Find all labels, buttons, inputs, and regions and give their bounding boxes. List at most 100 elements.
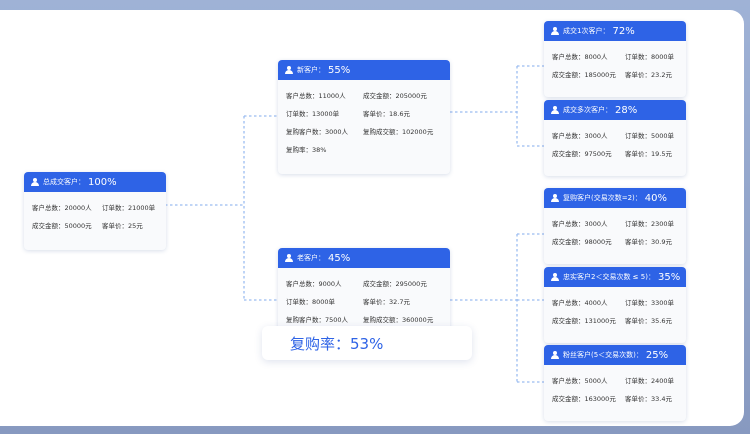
leaf-card-once[interactable]: 成交1次客户： 72% 客户总数：8000人 订单数：8000单 成交金额：18…	[544, 21, 686, 97]
stat-value: 订单数：8000单	[286, 298, 336, 306]
leaf-percentage: 28%	[615, 104, 638, 116]
stat-row: 客户总数：3000人 订单数：5000单	[552, 126, 678, 144]
leaf-title: 成交1次客户：	[563, 27, 610, 35]
stat-row: 成交金额：131000元 客单价：35.6元	[552, 311, 678, 329]
users-icon	[31, 178, 39, 186]
leaf-card-header: 复购客户(交易次数=2)： 40%	[544, 188, 686, 208]
stat-row: 成交金额：185000元 客单价：23.2元	[552, 65, 678, 83]
root-percentage: 100%	[88, 176, 117, 188]
leaf-card-header: 成交多次客户： 28%	[544, 100, 686, 120]
stat-value: 成交金额：185000元	[552, 71, 616, 79]
stat-value: 客户总数：3000人	[552, 220, 608, 228]
leaf-card-body: 客户总数：8000人 订单数：8000单 成交金额：185000元 客单价：23…	[544, 41, 686, 83]
leaf-percentage: 72%	[612, 25, 635, 37]
stat-row: 客户总数：11000人 成交金额：205000元	[286, 86, 442, 104]
leaf-card-loyal[interactable]: 忠实客户2＜交易次数 ≤ 5)： 35% 客户总数：4000人 订单数：3300…	[544, 267, 686, 343]
leaf-title: 复购客户(交易次数=2)：	[563, 194, 642, 202]
stat-row: 复购率：38%	[286, 140, 442, 158]
stat-value: 订单数：8000单	[625, 53, 675, 61]
leaf-card-body: 客户总数：3000人 订单数：2300单 成交金额：98000元 客单价：30.…	[544, 208, 686, 250]
root-title: 总成交客户：	[43, 178, 85, 186]
leaf-card-body: 客户总数：4000人 订单数：3300单 成交金额：131000元 客单价：35…	[544, 287, 686, 329]
user-icon	[551, 27, 559, 35]
leaf-card-repurchase[interactable]: 复购客户(交易次数=2)： 40% 客户总数：3000人 订单数：2300单 成…	[544, 188, 686, 264]
stat-value: 复购成交额：360000元	[363, 316, 434, 324]
user-icon	[551, 194, 559, 202]
stat-value: 客单价：30.9元	[625, 238, 672, 246]
repurchase-rate-box: 复购率：53%	[262, 326, 472, 360]
stat-row: 客户总数：3000人 订单数：2300单	[552, 214, 678, 232]
stat-value: 成交金额：98000元	[552, 238, 612, 246]
stat-row: 客户总数：4000人 订单数：3300单	[552, 293, 678, 311]
stat-value: 客单价：32.7元	[363, 298, 410, 306]
new-customers-card[interactable]: 新客户： 55% 客户总数：11000人 成交金额：205000元 订单数：13…	[278, 60, 450, 174]
root-card[interactable]: 总成交客户： 100% 客户总数：20000人 订单数：21000单 成交金额：…	[24, 172, 166, 250]
leaf-card-header: 成交1次客户： 72%	[544, 21, 686, 41]
stat-value: 复购客户数：3000人	[286, 128, 349, 136]
leaf-title: 忠实客户2＜交易次数 ≤ 5)：	[563, 273, 655, 281]
leaf-percentage: 35%	[657, 271, 681, 283]
stat-value: 成交金额：295000元	[363, 280, 427, 288]
stat-value: 复购成交额：102000元	[363, 128, 434, 136]
stat-row: 订单数：8000单 客单价：32.7元	[286, 292, 442, 310]
stat-row: 客户总数：8000人 订单数：8000单	[552, 47, 678, 65]
stat-value: 客户总数：4000人	[552, 299, 608, 307]
repurchase-rate-text: 复购率：53%	[290, 334, 384, 353]
user-icon	[285, 254, 293, 262]
leaf-card-header: 忠实客户2＜交易次数 ≤ 5)： 35%	[544, 267, 686, 287]
new-customers-body: 客户总数：11000人 成交金额：205000元 订单数：13000单 客单价：…	[278, 80, 450, 158]
old-customers-header: 老客户： 45%	[278, 248, 450, 268]
stat-row: 客户总数：9000人 成交金额：295000元	[286, 274, 442, 292]
stat-row: 订单数：13000单 客单价：18.6元	[286, 104, 442, 122]
stat-value: 成交金额：97500元	[552, 150, 612, 158]
stat-value: 客单价：19.5元	[625, 150, 672, 158]
new-customers-header: 新客户： 55%	[278, 60, 450, 80]
window-frame: 总成交客户： 100% 客户总数：20000人 订单数：21000单 成交金额：…	[0, 0, 750, 434]
stat-value: 订单数：3300单	[625, 299, 675, 307]
stat-value: 订单数：5000单	[625, 132, 675, 140]
user-icon	[285, 66, 293, 74]
stat-value: 订单数：2300单	[625, 220, 675, 228]
stat-value: 客户总数：20000人	[32, 204, 92, 212]
stat-value: 客户总数：9000人	[286, 280, 342, 288]
leaf-card-body: 客户总数：3000人 订单数：5000单 成交金额：97500元 客单价：19.…	[544, 120, 686, 162]
stat-value: 复购率：38%	[286, 146, 327, 154]
root-card-header: 总成交客户： 100%	[24, 172, 166, 192]
diagram-canvas: 总成交客户： 100% 客户总数：20000人 订单数：21000单 成交金额：…	[0, 10, 744, 426]
stat-value: 客单价：25元	[102, 222, 143, 230]
leaf-title: 成交多次客户：	[563, 106, 612, 114]
stat-value: 成交金额：131000元	[552, 317, 616, 325]
stat-value: 复购客户数：7500人	[286, 316, 349, 324]
stat-row: 客户总数：5000人 订单数：2400单	[552, 371, 678, 389]
stat-value: 客户总数：3000人	[552, 132, 608, 140]
stat-row: 复购客户数：3000人 复购成交额：102000元	[286, 122, 442, 140]
leaf-card-header: 粉丝客户(5＜交易次数)： 25%	[544, 345, 686, 365]
stat-row: 成交金额：50000元 客单价：25元	[32, 216, 158, 234]
stat-value: 客单价：23.2元	[625, 71, 672, 79]
stat-value: 客单价：18.6元	[363, 110, 410, 118]
stat-row: 成交金额：97500元 客单价：19.5元	[552, 144, 678, 162]
old-customers-body: 客户总数：9000人 成交金额：295000元 订单数：8000单 客单价：32…	[278, 268, 450, 328]
stat-row: 成交金额：98000元 客单价：30.9元	[552, 232, 678, 250]
user-icon	[551, 273, 559, 281]
stat-value: 客户总数：11000人	[286, 92, 346, 100]
stat-value: 客单价：33.4元	[625, 395, 672, 403]
old-customers-percentage: 45%	[328, 252, 351, 264]
stat-row: 客户总数：20000人 订单数：21000单	[32, 198, 158, 216]
leaf-title: 粉丝客户(5＜交易次数)：	[563, 351, 643, 359]
new-customers-title: 新客户：	[297, 66, 325, 74]
new-customers-percentage: 55%	[328, 64, 351, 76]
stat-value: 客户总数：5000人	[552, 377, 608, 385]
old-customers-title: 老客户：	[297, 254, 325, 262]
stat-row: 成交金额：163000元 客单价：33.4元	[552, 389, 678, 407]
stat-value: 客单价：35.6元	[625, 317, 672, 325]
leaf-card-multiple[interactable]: 成交多次客户： 28% 客户总数：3000人 订单数：5000单 成交金额：97…	[544, 100, 686, 176]
leaf-card-fans[interactable]: 粉丝客户(5＜交易次数)： 25% 客户总数：5000人 订单数：2400单 成…	[544, 345, 686, 421]
leaf-percentage: 40%	[644, 192, 668, 204]
stat-value: 成交金额：50000元	[32, 222, 92, 230]
user-icon	[551, 106, 559, 114]
stat-value: 订单数：13000单	[286, 110, 340, 118]
stat-value: 成交金额：163000元	[552, 395, 616, 403]
stat-value: 订单数：2400单	[625, 377, 675, 385]
stat-value: 成交金额：205000元	[363, 92, 427, 100]
